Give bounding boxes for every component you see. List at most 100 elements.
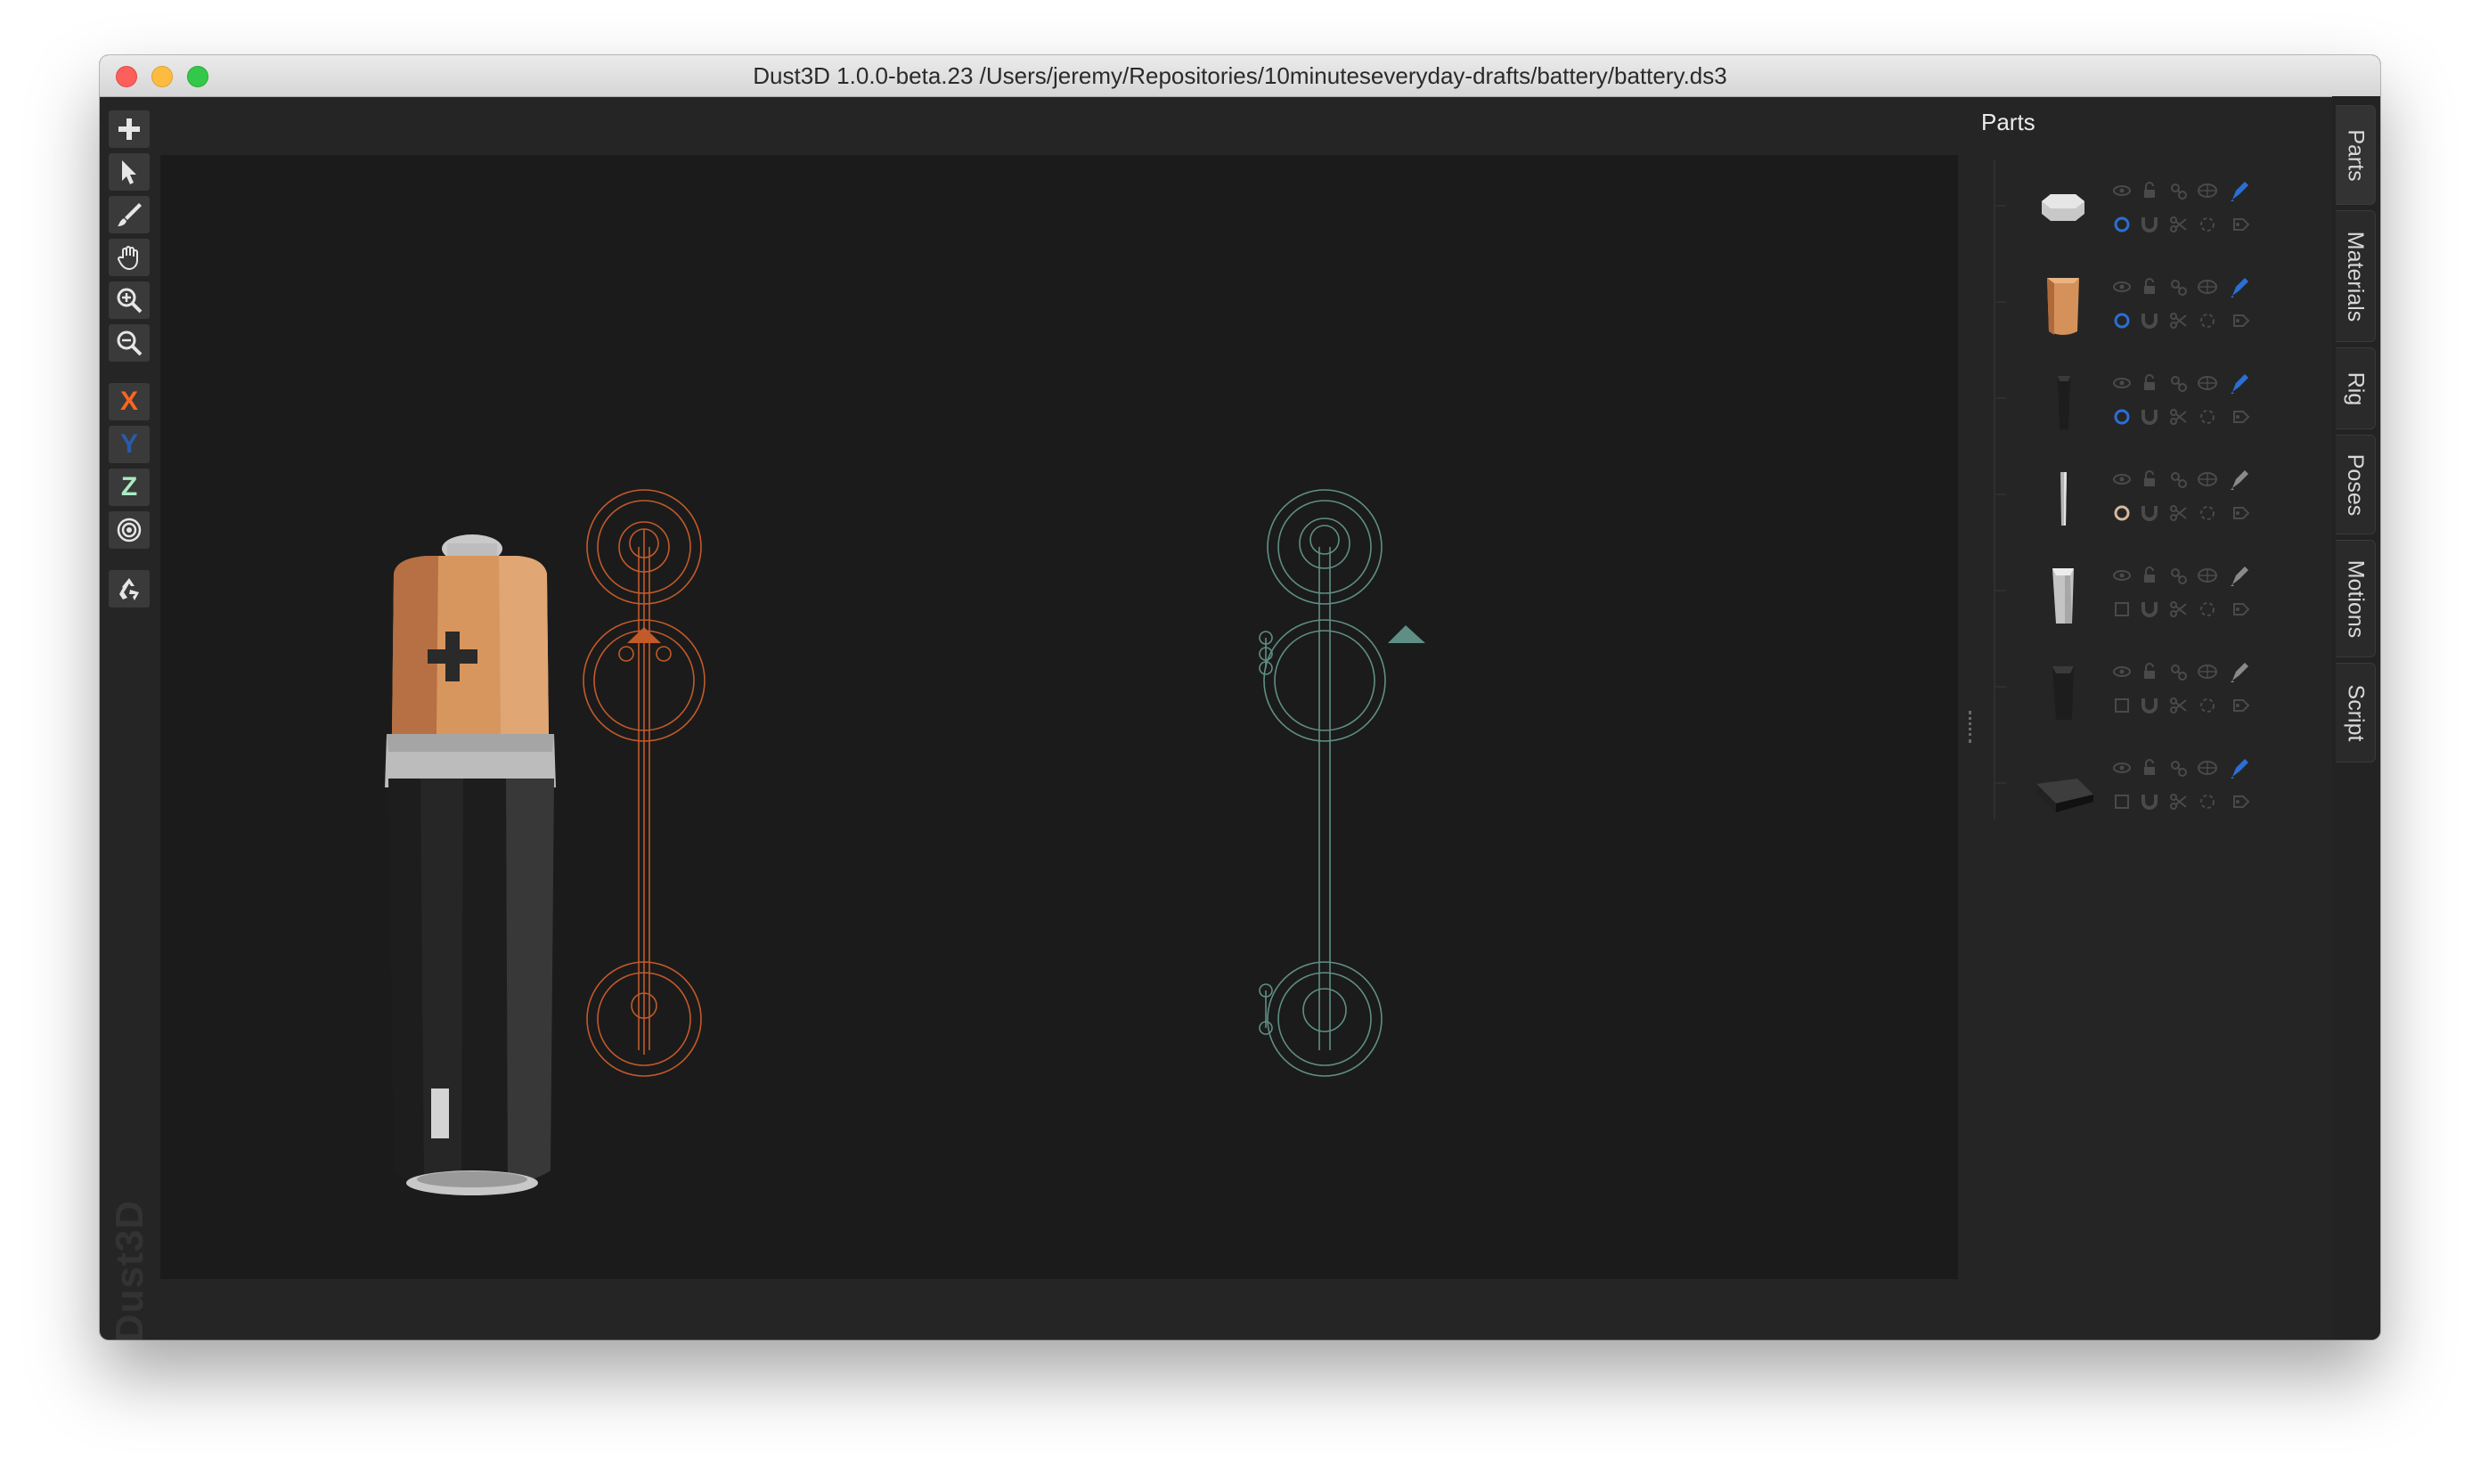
lock-icon[interactable] bbox=[2144, 374, 2155, 390]
rotate-icon[interactable] bbox=[2200, 698, 2215, 713]
part-preview-thumbnail[interactable] bbox=[2024, 264, 2102, 342]
link-icon[interactable] bbox=[2171, 472, 2187, 488]
part-row[interactable] bbox=[1994, 353, 2261, 445]
tab-poses[interactable]: Poses bbox=[2336, 435, 2376, 534]
cut-icon[interactable] bbox=[2170, 794, 2187, 810]
lock-icon[interactable] bbox=[2144, 278, 2155, 294]
add-tool-button[interactable] bbox=[109, 110, 150, 148]
color-tag-icon[interactable] bbox=[2233, 507, 2250, 519]
radius-dot-icon[interactable] bbox=[2114, 505, 2130, 521]
edit-pencil-icon[interactable] bbox=[2231, 567, 2248, 586]
edit-pencil-icon[interactable] bbox=[2231, 759, 2248, 779]
mesh-icon[interactable] bbox=[2198, 472, 2217, 486]
mesh-icon[interactable] bbox=[2198, 761, 2217, 775]
cut-icon[interactable] bbox=[2170, 313, 2187, 329]
cut-icon[interactable] bbox=[2170, 409, 2187, 425]
rotate-icon[interactable] bbox=[2200, 506, 2215, 520]
cut-icon[interactable] bbox=[2170, 505, 2187, 521]
magnet-icon[interactable] bbox=[2141, 314, 2158, 329]
radius-dot-icon[interactable] bbox=[2115, 795, 2129, 809]
part-preview-thumbnail[interactable] bbox=[2024, 456, 2102, 534]
part-preview-thumbnail[interactable] bbox=[2024, 552, 2102, 631]
part-row[interactable] bbox=[1994, 738, 2261, 830]
part-preview-thumbnail[interactable] bbox=[2024, 360, 2102, 438]
radius-lock-button[interactable] bbox=[109, 511, 150, 549]
paint-tool-button[interactable] bbox=[109, 196, 150, 233]
color-tag-icon[interactable] bbox=[2233, 603, 2250, 616]
lock-icon[interactable] bbox=[2144, 567, 2155, 583]
edit-pencil-icon[interactable] bbox=[2231, 374, 2248, 394]
edit-pencil-icon[interactable] bbox=[2231, 663, 2248, 682]
tab-parts[interactable]: Parts bbox=[2336, 105, 2376, 205]
part-preview-thumbnail[interactable] bbox=[2024, 745, 2102, 823]
mesh-icon[interactable] bbox=[2198, 568, 2217, 583]
part-preview-thumbnail[interactable] bbox=[2024, 167, 2102, 246]
radius-dot-icon[interactable] bbox=[2114, 409, 2130, 425]
magnet-icon[interactable] bbox=[2141, 410, 2158, 425]
visibility-icon[interactable] bbox=[2113, 474, 2131, 485]
edit-pencil-icon[interactable] bbox=[2231, 182, 2248, 201]
visibility-icon[interactable] bbox=[2113, 570, 2131, 581]
link-icon[interactable] bbox=[2171, 280, 2187, 296]
rotate-icon[interactable] bbox=[2200, 602, 2215, 616]
part-row[interactable] bbox=[1994, 641, 2261, 734]
part-row[interactable] bbox=[1994, 449, 2261, 542]
link-icon[interactable] bbox=[2171, 183, 2187, 200]
magnet-icon[interactable] bbox=[2141, 602, 2158, 617]
z-axis-lock-button[interactable]: Z bbox=[109, 469, 150, 506]
x-axis-lock-button[interactable]: X bbox=[109, 383, 150, 420]
radius-dot-icon[interactable] bbox=[2114, 313, 2130, 329]
mesh-icon[interactable] bbox=[2198, 183, 2217, 198]
zoom-out-button[interactable] bbox=[109, 324, 150, 362]
magnet-icon[interactable] bbox=[2141, 795, 2158, 810]
lock-icon[interactable] bbox=[2144, 663, 2155, 679]
color-tag-icon[interactable] bbox=[2233, 699, 2250, 712]
select-tool-button[interactable] bbox=[109, 153, 150, 191]
tab-motions[interactable]: Motions bbox=[2336, 540, 2376, 657]
rotate-icon[interactable] bbox=[2200, 314, 2215, 328]
y-axis-lock-button[interactable]: Y bbox=[109, 426, 150, 463]
link-icon[interactable] bbox=[2171, 761, 2187, 777]
mesh-icon[interactable] bbox=[2198, 665, 2217, 679]
visibility-icon[interactable] bbox=[2113, 666, 2131, 677]
radius-dot-icon[interactable] bbox=[2115, 602, 2129, 616]
color-tag-icon[interactable] bbox=[2233, 218, 2250, 231]
radius-dot-icon[interactable] bbox=[2114, 216, 2130, 232]
regenerate-button[interactable] bbox=[109, 570, 150, 607]
rotate-icon[interactable] bbox=[2200, 410, 2215, 424]
cut-icon[interactable] bbox=[2170, 216, 2187, 232]
part-row[interactable] bbox=[1994, 257, 2261, 349]
tab-rig[interactable]: Rig bbox=[2336, 347, 2376, 429]
mesh-icon[interactable] bbox=[2198, 280, 2217, 294]
tab-script[interactable]: Script bbox=[2336, 663, 2376, 762]
visibility-icon[interactable] bbox=[2113, 762, 2131, 773]
lock-icon[interactable] bbox=[2144, 759, 2155, 775]
visibility-icon[interactable] bbox=[2113, 185, 2131, 196]
rotate-icon[interactable] bbox=[2200, 795, 2215, 809]
visibility-icon[interactable] bbox=[2113, 281, 2131, 292]
cut-icon[interactable] bbox=[2170, 697, 2187, 713]
visibility-icon[interactable] bbox=[2113, 378, 2131, 388]
magnet-icon[interactable] bbox=[2141, 217, 2158, 232]
cut-icon[interactable] bbox=[2170, 601, 2187, 617]
zoom-in-button[interactable] bbox=[109, 281, 150, 319]
lock-icon[interactable] bbox=[2144, 182, 2155, 198]
lock-icon[interactable] bbox=[2144, 470, 2155, 486]
tab-materials[interactable]: Materials bbox=[2336, 210, 2376, 342]
link-icon[interactable] bbox=[2171, 568, 2187, 584]
pan-tool-button[interactable] bbox=[109, 239, 150, 276]
mesh-icon[interactable] bbox=[2198, 376, 2217, 390]
radius-dot-icon[interactable] bbox=[2115, 698, 2129, 713]
model-canvas[interactable] bbox=[160, 155, 1958, 1279]
part-row[interactable] bbox=[1994, 545, 2261, 638]
part-row[interactable] bbox=[1994, 160, 2261, 253]
edit-pencil-icon[interactable] bbox=[2231, 278, 2248, 298]
color-tag-icon[interactable] bbox=[2233, 314, 2250, 327]
color-tag-icon[interactable] bbox=[2233, 795, 2250, 808]
link-icon[interactable] bbox=[2171, 665, 2187, 681]
rotate-icon[interactable] bbox=[2200, 217, 2215, 232]
link-icon[interactable] bbox=[2171, 376, 2187, 392]
edit-pencil-icon[interactable] bbox=[2231, 470, 2248, 490]
magnet-icon[interactable] bbox=[2141, 506, 2158, 521]
magnet-icon[interactable] bbox=[2141, 698, 2158, 713]
